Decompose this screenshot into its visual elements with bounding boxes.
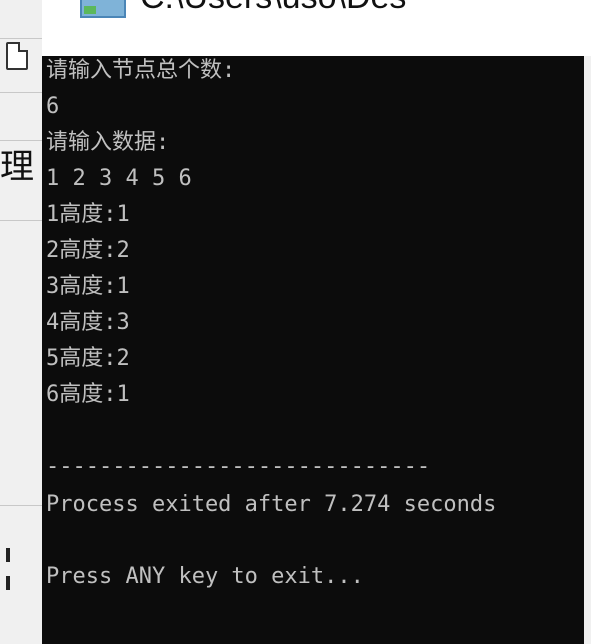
console-line: 3高度:1 bbox=[46, 274, 130, 299]
console-line: 请输入数据: bbox=[46, 130, 170, 155]
document-icon[interactable] bbox=[6, 42, 28, 70]
console-line: 5高度:2 bbox=[46, 346, 130, 371]
ide-divider bbox=[0, 140, 42, 141]
ide-divider bbox=[0, 505, 42, 506]
console-app-icon bbox=[80, 0, 126, 18]
ide-divider bbox=[0, 92, 42, 93]
console-window[interactable]: C:\Users\uso\Des 请输入节点总个数: 6 请输入数据: 1 2 … bbox=[42, 0, 591, 644]
ide-sidebar: 理 bbox=[0, 0, 42, 644]
console-press-key-line: Press ANY key to exit... bbox=[46, 564, 364, 589]
console-line: 6高度:1 bbox=[46, 382, 130, 407]
console-process-exit-line: Process exited after 7.274 seconds bbox=[46, 492, 497, 517]
ide-divider bbox=[0, 38, 42, 39]
console-scrollbar[interactable] bbox=[584, 56, 591, 644]
ide-menu-glyph[interactable]: 理 bbox=[0, 150, 34, 184]
console-line: 请输入节点总个数: bbox=[46, 58, 236, 83]
console-window-title: C:\Users\uso\Des bbox=[140, 0, 406, 17]
console-line: 2高度:2 bbox=[46, 238, 130, 263]
ide-divider bbox=[0, 220, 42, 221]
console-separator: ----------------------------- bbox=[46, 454, 431, 479]
console-line: 4高度:3 bbox=[46, 310, 130, 335]
console-title-bar[interactable]: C:\Users\uso\Des bbox=[42, 0, 591, 56]
console-line: 1高度:1 bbox=[46, 202, 130, 227]
ide-side-marks bbox=[6, 548, 12, 604]
console-line: 6 bbox=[46, 94, 60, 119]
console-line: 1 2 3 4 5 6 bbox=[46, 166, 192, 191]
console-output[interactable]: 请输入节点总个数: 6 请输入数据: 1 2 3 4 5 6 1高度:1 2高度… bbox=[42, 56, 584, 644]
